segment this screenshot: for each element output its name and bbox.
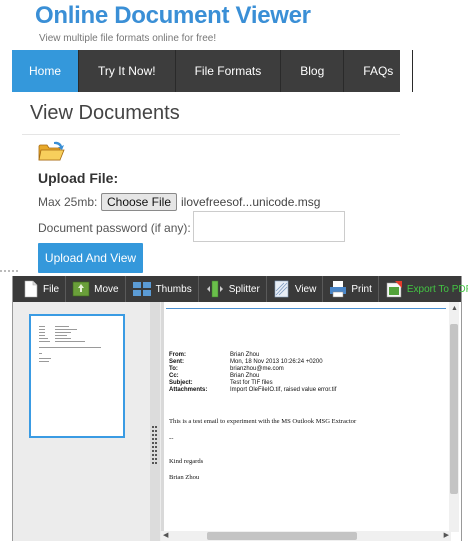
email-body-line: Brian Zhou (169, 474, 200, 481)
page-thumbnail[interactable] (29, 314, 125, 438)
page-heading: View Documents (30, 102, 180, 124)
scroll-left-icon[interactable]: ◀ (163, 531, 168, 541)
header-value: Brian Zhou (230, 352, 260, 358)
export-to-pdf-button[interactable]: Export To PDF (379, 276, 468, 302)
scroll-right-icon[interactable]: ▶ (444, 531, 449, 541)
view-label: View (294, 283, 317, 295)
splitter-label: Splitter (228, 283, 260, 295)
password-label: Document password (if any): (38, 221, 191, 235)
splitter-button[interactable]: Splitter (199, 276, 267, 302)
selected-file-name: ilovefreesof...unicode.msg (181, 195, 321, 209)
main-nav: Home Try It Now! File Formats Blog FAQs (12, 50, 414, 92)
print-label: Print (351, 283, 372, 295)
splitter-icon (206, 280, 223, 298)
upload-file-label: Upload File: (38, 170, 119, 186)
horizontal-scrollbar[interactable]: ◀ ▶ (161, 531, 451, 541)
document-page: From: Brian Zhou Sent: Mon, 18 Nov 2013 … (161, 302, 461, 541)
email-body-line: -- (169, 435, 174, 442)
heading-divider (22, 134, 400, 135)
view-icon (274, 280, 289, 298)
upload-and-view-button[interactable]: Upload And View (38, 243, 143, 273)
export-to-pdf-label: Export To PDF (406, 283, 468, 295)
thumbs-button[interactable]: Thumbs (126, 276, 199, 302)
file-button[interactable]: File (13, 276, 67, 302)
vertical-scroll-thumb[interactable] (450, 324, 458, 494)
printer-icon (330, 281, 347, 298)
email-body-line: This is a test email to experiment with … (169, 418, 357, 425)
thumbs-label: Thumbs (155, 283, 192, 295)
page-top-rule (166, 308, 446, 309)
nav-item-file-formats[interactable]: File Formats (176, 50, 282, 92)
open-folder-icon (38, 141, 65, 161)
nav-item-try-it-now[interactable]: Try It Now! (79, 50, 176, 92)
horizontal-scroll-thumb[interactable] (207, 532, 357, 540)
choose-file-button[interactable]: Choose File (101, 193, 177, 211)
header-key: Sent: (169, 359, 184, 365)
move-icon (72, 281, 90, 297)
scroll-up-icon[interactable]: ▲ (451, 304, 458, 314)
max-size-label: Max 25mb: (38, 195, 98, 209)
site-title[interactable]: Online Document Viewer (35, 2, 311, 30)
view-button[interactable]: View (267, 276, 324, 302)
nav-item-home[interactable]: Home (12, 50, 80, 92)
document-viewer: File Move Thumbs Splitter View Print Exp… (12, 276, 468, 541)
header-value: Brian Zhou (230, 373, 260, 379)
header-value: brianzhou@me.com (230, 366, 284, 372)
email-body-line: Kind regards (169, 458, 204, 465)
page-margin (0, 0, 12, 275)
move-label: Move (94, 283, 119, 295)
header-value: Test for TIF files (230, 380, 273, 386)
export-pdf-icon (386, 281, 402, 298)
page-edge (161, 302, 164, 541)
splitter-grip[interactable] (152, 426, 157, 464)
header-key: Subject: (169, 380, 193, 386)
header-key: Attachments: (169, 387, 208, 393)
move-button[interactable]: Move (66, 276, 126, 302)
pane-splitter[interactable] (150, 302, 160, 541)
document-password-input[interactable] (193, 211, 345, 242)
header-value: Import OleFileIO.tif, raised value error… (230, 387, 337, 393)
thumbs-icon (132, 282, 151, 296)
header-key: From: (169, 352, 186, 358)
vertical-scrollbar[interactable]: ▲ (449, 302, 459, 532)
viewer-toolbar: File Move Thumbs Splitter View Print Exp… (13, 276, 468, 302)
site-tagline: View multiple file formats online for fr… (39, 33, 217, 44)
header-key: To: (169, 366, 178, 372)
print-button[interactable]: Print (323, 276, 379, 302)
file-label: File (43, 283, 60, 295)
nav-item-blog[interactable]: Blog (281, 50, 345, 92)
nav-item-faqs[interactable]: FAQs (344, 50, 414, 92)
thumbnail-pane (13, 302, 150, 541)
header-value: Mon, 18 Nov 2013 10:26:24 +0200 (230, 359, 323, 365)
header-key: Cc: (169, 373, 179, 379)
file-icon (24, 280, 38, 298)
